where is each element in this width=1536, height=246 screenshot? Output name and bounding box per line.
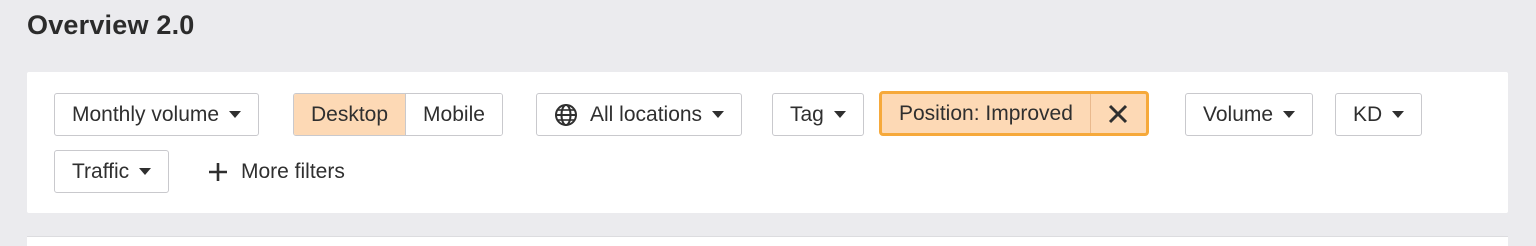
- kd-dropdown[interactable]: KD: [1335, 93, 1423, 136]
- traffic-dropdown[interactable]: Traffic: [54, 150, 170, 193]
- volume-label: Volume: [1203, 102, 1274, 126]
- locations-dropdown[interactable]: All locations: [536, 93, 743, 136]
- caret-down-icon: [712, 111, 725, 118]
- more-filters-label: More filters: [241, 159, 345, 183]
- content-panel-edge: [27, 236, 1508, 246]
- traffic-label: Traffic: [72, 159, 130, 183]
- filter-panel: Monthly volume Desktop Mobile All locati…: [27, 72, 1508, 213]
- caret-down-icon: [1283, 111, 1296, 118]
- plus-icon: [209, 162, 227, 181]
- kd-label: KD: [1353, 102, 1383, 126]
- device-mobile-option[interactable]: Mobile: [405, 94, 502, 135]
- device-desktop-option[interactable]: Desktop: [294, 94, 406, 135]
- locations-label: All locations: [590, 102, 703, 126]
- caret-down-icon: [1392, 111, 1405, 118]
- tag-dropdown[interactable]: Tag: [772, 93, 864, 136]
- page-title: Overview 2.0: [27, 10, 195, 40]
- more-filters-button[interactable]: More filters: [207, 150, 345, 193]
- close-icon[interactable]: [1089, 94, 1146, 133]
- monthly-volume-dropdown[interactable]: Monthly volume: [54, 93, 260, 136]
- tag-label: Tag: [790, 102, 824, 126]
- caret-down-icon: [833, 111, 846, 118]
- volume-dropdown[interactable]: Volume: [1185, 93, 1314, 136]
- monthly-volume-label: Monthly volume: [72, 102, 220, 126]
- globe-icon: [554, 103, 578, 127]
- caret-down-icon: [229, 111, 242, 118]
- device-toggle: Desktop Mobile: [293, 93, 503, 136]
- caret-down-icon: [139, 168, 152, 175]
- position-filter-chip[interactable]: Position: Improved: [879, 91, 1149, 136]
- position-filter-label: Position: Improved: [899, 101, 1073, 125]
